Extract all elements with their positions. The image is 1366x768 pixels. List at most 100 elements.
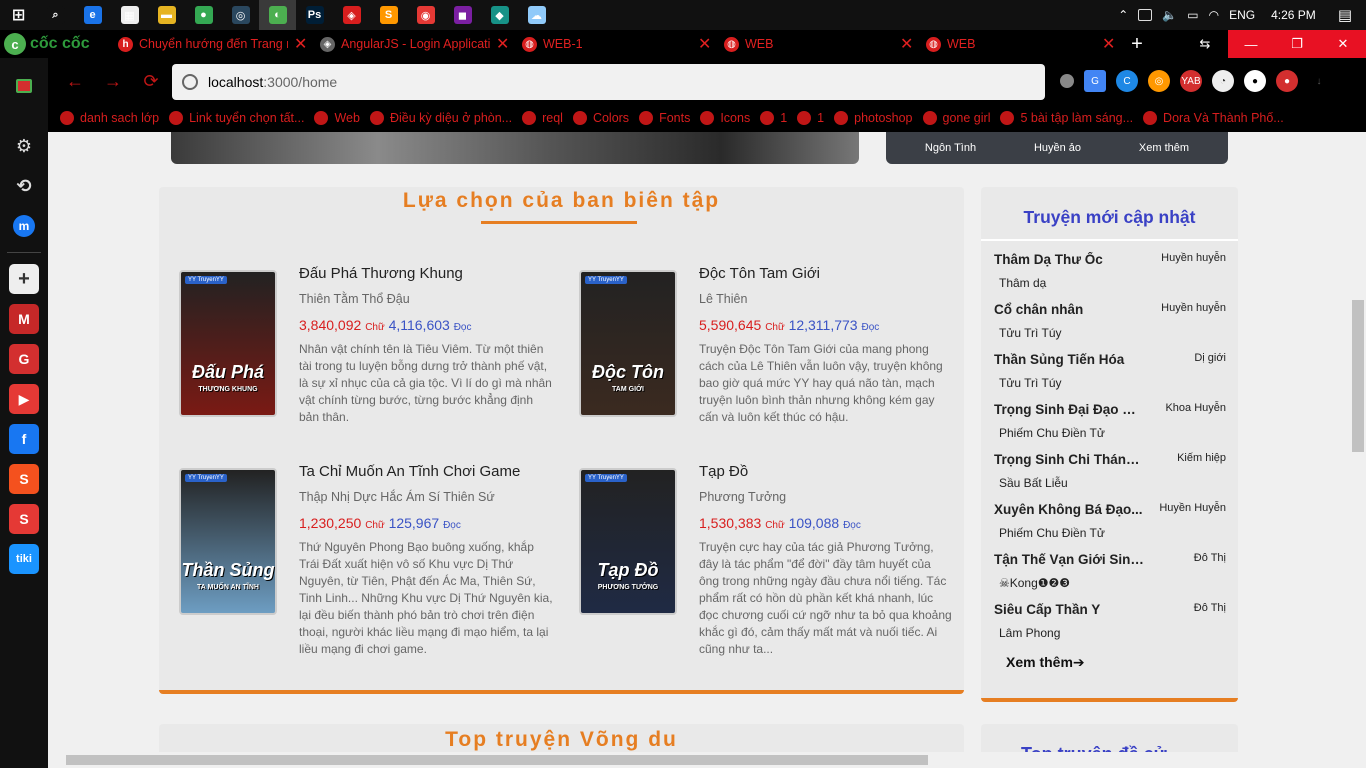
- story-genre[interactable]: Kiếm hiệp: [1177, 452, 1226, 464]
- account-icon[interactable]: ●: [1276, 70, 1298, 92]
- story-genre[interactable]: Đô Thị: [1194, 602, 1226, 614]
- story-author[interactable]: Lâm Phong: [999, 626, 1060, 640]
- tab-0[interactable]: h Chuyển hướng đến Trang n ✕: [112, 30, 314, 58]
- address-bar[interactable]: localhost:3000/home: [172, 64, 1045, 100]
- minimize-button[interactable]: —: [1228, 30, 1274, 58]
- maximize-button[interactable]: ❐: [1274, 30, 1320, 58]
- close-tab-icon[interactable]: ✕: [900, 34, 914, 54]
- close-tab-icon[interactable]: ✕: [496, 34, 510, 54]
- book-card[interactable]: YY TruyenYY Thần Sủng TA MUỐN AN TĨNH Ta …: [179, 463, 554, 658]
- language-indicator[interactable]: ENG: [1229, 8, 1255, 22]
- book-author[interactable]: Thiên Tằm Thổ Đậu: [299, 292, 554, 306]
- bookmark-item[interactable]: Link tuyển chọn tất...: [169, 111, 304, 125]
- bookmark-item[interactable]: danh sach lớp: [60, 111, 159, 125]
- story-name[interactable]: Cổ chân nhân: [994, 302, 1144, 317]
- download-icon[interactable]: ↓: [1308, 70, 1330, 92]
- extension-gray-icon[interactable]: [1060, 74, 1074, 88]
- book-cover[interactable]: YY TruyenYY Tạp Đồ PHƯƠNG TƯỞNG: [579, 468, 677, 615]
- book-author[interactable]: Thập Nhị Dực Hắc Ám Sí Thiên Sứ: [299, 490, 554, 504]
- new-update-item[interactable]: Thâm Dạ Thư Ốc Huyền huyễn Thâm dạ: [994, 252, 1226, 300]
- coccoc-logo[interactable]: c cốc cốc: [0, 30, 112, 58]
- close-window-button[interactable]: ✕: [1320, 30, 1366, 58]
- story-name[interactable]: Trọng Sinh Chi Thánh...: [994, 452, 1144, 467]
- chrome-icon[interactable]: ●: [185, 0, 222, 30]
- story-author[interactable]: Tửu Trì Túy: [999, 376, 1062, 390]
- youtube-icon[interactable]: ▶: [0, 379, 48, 419]
- chevron-up-icon[interactable]: ⌃: [1118, 8, 1128, 22]
- bookmark-item[interactable]: reql: [522, 111, 563, 125]
- forward-button[interactable]: →: [94, 58, 132, 104]
- battery-icon[interactable]: ▭: [1187, 8, 1198, 22]
- bookmark-item[interactable]: Web: [314, 111, 360, 125]
- windows-start-icon[interactable]: ⊞: [0, 0, 37, 30]
- banner-slider[interactable]: [171, 132, 859, 164]
- new-update-item[interactable]: Cổ chân nhân Huyền huyễn Tửu Trì Túy: [994, 302, 1226, 350]
- translate-icon[interactable]: G: [1084, 70, 1106, 92]
- book-title[interactable]: Độc Tôn Tam Giới: [699, 265, 954, 282]
- book-card[interactable]: YY TruyenYY Độc Tôn TAM GIỚI Độc Tôn Tam …: [579, 265, 954, 460]
- history-icon[interactable]: ⟲: [0, 166, 48, 206]
- story-name[interactable]: Siêu Cấp Thần Y: [994, 602, 1144, 617]
- settings-icon[interactable]: ⚙: [0, 126, 48, 166]
- close-tab-icon[interactable]: ✕: [294, 34, 308, 54]
- scroll-thumb[interactable]: [1352, 300, 1364, 452]
- bookmark-item[interactable]: photoshop: [834, 111, 913, 125]
- bookmark-item[interactable]: gone girl: [922, 111, 990, 125]
- bookmark-item[interactable]: 1: [797, 111, 824, 125]
- bookmark-item[interactable]: Fonts: [639, 111, 690, 125]
- google-icon[interactable]: G: [0, 339, 48, 379]
- search-icon[interactable]: ⌕: [37, 0, 74, 30]
- new-tab-button[interactable]: +: [1122, 30, 1152, 58]
- bookmark-item[interactable]: Icons: [700, 111, 750, 125]
- wifi-icon[interactable]: ◠: [1209, 8, 1219, 22]
- tab-4[interactable]: ◍ WEB ✕: [920, 30, 1122, 58]
- book-author[interactable]: Lê Thiên: [699, 292, 954, 306]
- story-author[interactable]: ☠Kong❶❷❸: [999, 576, 1070, 590]
- store-icon[interactable]: ▦: [111, 0, 148, 30]
- story-author[interactable]: Thâm dạ: [999, 276, 1046, 290]
- sendo-icon[interactable]: S: [0, 499, 48, 539]
- scroll-thumb[interactable]: [66, 755, 928, 765]
- close-tab-icon[interactable]: ✕: [698, 34, 712, 54]
- story-genre[interactable]: Huyền huyễn: [1161, 302, 1226, 314]
- vertical-scrollbar[interactable]: [1350, 132, 1366, 752]
- new-update-item[interactable]: Trọng Sinh Chi Thánh... Kiếm hiệp Sầu Bấ…: [994, 452, 1226, 500]
- book-author[interactable]: Phương Tưởng: [699, 490, 954, 504]
- facebook-icon[interactable]: f: [0, 419, 48, 459]
- genre-huyen-ao[interactable]: Huyền ảo: [1034, 142, 1081, 154]
- new-update-item[interactable]: Trọng Sinh Đại Đạo Tặc Khoa Huyễn Phiếm …: [994, 402, 1226, 450]
- clock[interactable]: 4:26 PM: [1271, 8, 1316, 22]
- tab-1[interactable]: ◈ AngularJS - Login Applicatio ✕: [314, 30, 516, 58]
- story-author[interactable]: Sầu Bất Liễu: [999, 476, 1068, 490]
- new-update-item[interactable]: Xuyên Không Bá Đạo... Huyền Huyễn Phiếm …: [994, 502, 1226, 550]
- app-red-icon[interactable]: ◉: [407, 0, 444, 30]
- sidebar-toggle[interactable]: [0, 66, 48, 106]
- bookmark-item[interactable]: Điều kỳ diệu ở phòn...: [369, 111, 512, 125]
- extension-c-icon[interactable]: C: [1116, 70, 1138, 92]
- story-genre[interactable]: Khoa Huyễn: [1165, 402, 1226, 414]
- new-update-item[interactable]: Siêu Cấp Thần Y Đô Thị Lâm Phong: [994, 602, 1226, 650]
- book-cover[interactable]: YY TruyenYY Độc Tôn TAM GIỚI: [579, 270, 677, 417]
- edge-icon[interactable]: e: [74, 0, 111, 30]
- extension-color-icon[interactable]: ◎: [1148, 70, 1170, 92]
- new-update-item[interactable]: Thần Sủng Tiến Hóa Dị giới Tửu Trì Túy: [994, 352, 1226, 400]
- app-cloud-icon[interactable]: ☁: [518, 0, 555, 30]
- bookmark-item[interactable]: Colors: [572, 111, 629, 125]
- story-genre[interactable]: Dị giới: [1194, 352, 1226, 364]
- story-genre[interactable]: Đô Thị: [1194, 552, 1226, 564]
- book-cover[interactable]: YY TruyenYY Thần Sủng TA MUỐN AN TĨNH: [179, 468, 277, 615]
- story-author[interactable]: Phiếm Chu Điền Tử: [999, 426, 1105, 440]
- app-purple-icon[interactable]: ◼: [444, 0, 481, 30]
- sublime-icon[interactable]: S: [370, 0, 407, 30]
- book-cover[interactable]: YY TruyenYY Đấu Phá THƯƠNG KHUNG: [179, 270, 277, 417]
- add-sidebar-button[interactable]: +: [0, 259, 48, 299]
- story-name[interactable]: Tận Thế Vạn Giới Sinh...: [994, 552, 1144, 567]
- tiki-icon[interactable]: tiki: [0, 539, 48, 579]
- bookmark-item[interactable]: Dora Và Thành Phố...: [1143, 111, 1284, 125]
- garena-icon[interactable]: ◈: [333, 0, 370, 30]
- extension-white-icon[interactable]: ●: [1244, 70, 1266, 92]
- story-genre[interactable]: Huyền huyễn: [1161, 252, 1226, 264]
- story-author[interactable]: Tửu Trì Túy: [999, 326, 1062, 340]
- book-title[interactable]: Đấu Phá Thương Khung: [299, 265, 554, 282]
- shopee-icon[interactable]: S: [0, 459, 48, 499]
